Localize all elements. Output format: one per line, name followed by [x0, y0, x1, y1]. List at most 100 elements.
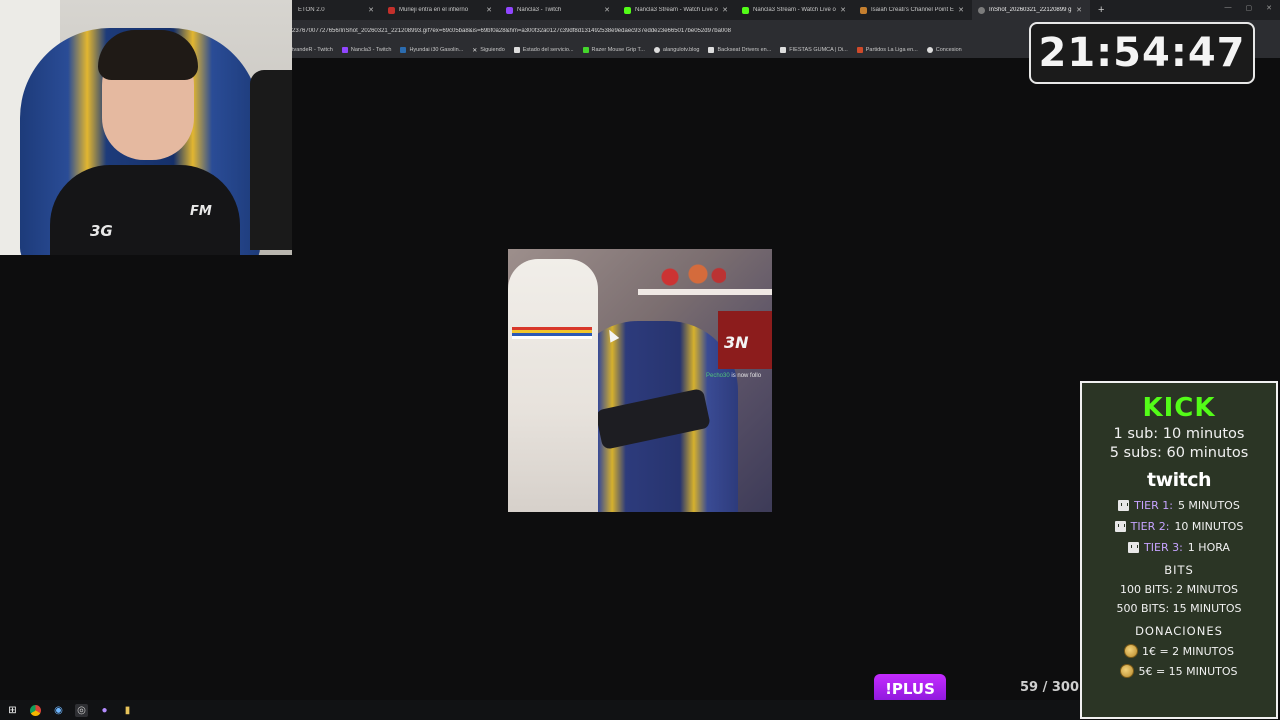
- close-icon[interactable]: ✕: [486, 6, 492, 14]
- globe-icon: [653, 47, 660, 53]
- razer-icon: [582, 47, 589, 53]
- donation-row: 1€ = 2 MINUTOS: [1082, 644, 1276, 658]
- close-icon[interactable]: ✕: [1076, 6, 1082, 14]
- bookmark-label: Estado del servicio...: [522, 47, 574, 53]
- chrome-icon[interactable]: [29, 704, 42, 717]
- browser-tab[interactable]: Isaiah Creati's Channel Point E ✕: [854, 0, 972, 20]
- bookmark-label: Nancla3 - Twitch: [350, 47, 392, 53]
- close-icon[interactable]: ✕: [722, 6, 728, 14]
- url-text[interactable]: 23767007727656/InShot_20260321_221208993…: [292, 28, 1012, 34]
- coin-icon: [1123, 644, 1138, 658]
- browser-tab[interactable]: Murieji entra en el infierno ✕: [382, 0, 500, 20]
- bookmark[interactable]: Hyundai i30 Gasolin...: [400, 47, 463, 53]
- subathon-panel: KICK 1 sub: 10 minutos 5 subs: 60 minuto…: [1080, 381, 1278, 719]
- gif-image: 3N Pecho30 is now follo: [508, 249, 772, 512]
- bookmark[interactable]: alangulotv.blog: [653, 47, 700, 53]
- tier-row: TIER 1: 5 MINUTOS: [1082, 499, 1276, 512]
- bookmark-icon: [400, 47, 407, 53]
- bookmark-icon: [780, 47, 787, 53]
- person-figure: [508, 259, 598, 512]
- bookmark-label: Backseat Drivers en...: [717, 47, 772, 53]
- bookmark[interactable]: Backseat Drivers en...: [708, 47, 771, 53]
- shelf-figures: [656, 259, 726, 289]
- windows-start-icon[interactable]: ⊞: [6, 704, 19, 717]
- bookmark[interactable]: tvandeR - Twitch: [292, 47, 333, 53]
- donations-heading: DONACIONES: [1135, 624, 1223, 638]
- donation-line: 5€ = 15 MINUTOS: [1138, 664, 1238, 678]
- maximize-icon[interactable]: ▢: [1246, 4, 1253, 12]
- taskbar: ⊞ ◉ ◎ ● ▮: [0, 700, 1080, 720]
- tier-value: 5 MINUTOS: [1177, 499, 1240, 512]
- tab-label: Nancla3 - Twitch: [517, 7, 562, 13]
- browser-tab[interactable]: Nancla3 Stream - Watch Live o ✕: [736, 0, 854, 20]
- twitch-icon: [1114, 521, 1126, 532]
- bookmark-icon: [513, 47, 520, 53]
- minimize-icon[interactable]: —: [1225, 4, 1232, 12]
- bookmark[interactable]: ✕ Siguiendo: [472, 47, 505, 54]
- globe-icon: [926, 47, 933, 53]
- kick-line: 5 subs: 60 minutos: [1109, 445, 1249, 461]
- tab-label: Nancla3 Stream - Watch Live o: [753, 7, 836, 13]
- browser-tab-bar: ETON 2.0 ✕ Murieji entra en el infierno …: [292, 0, 1280, 20]
- bookmark[interactable]: Razer Mouse Grip T...: [582, 47, 645, 53]
- obs-icon[interactable]: ◎: [75, 703, 88, 717]
- donation-line: 1€ = 2 MINUTOS: [1141, 644, 1235, 658]
- tab-label: Nancla3 Stream - Watch Live o: [635, 7, 718, 13]
- bookmark-icon: [856, 47, 863, 53]
- follower-name: Pecho30: [706, 373, 730, 379]
- bookmark-label: alangulotv.blog: [662, 47, 700, 53]
- coin-icon: [1120, 664, 1135, 678]
- bookmark[interactable]: FIESTAS GUMCA | Di...: [780, 47, 848, 53]
- steam-icon[interactable]: ◉: [52, 704, 65, 717]
- bits-heading: BITS: [1164, 563, 1194, 577]
- twitch-icon: [1128, 542, 1140, 553]
- kick-logo: KICK: [1142, 393, 1216, 423]
- bookmark-label: FIESTAS GUMCA | Di...: [789, 47, 848, 53]
- browser-tab[interactable]: Nancla3 Stream - Watch Live o ✕: [618, 0, 736, 20]
- tier-row: TIER 3: 1 HORA: [1082, 541, 1276, 554]
- bits-line: 500 BITS: 15 MINUTOS: [1116, 602, 1242, 615]
- donation-row: 5€ = 15 MINUTOS: [1082, 664, 1276, 678]
- jersey-logo: 3G: [90, 222, 113, 240]
- tier-label: TIER 2:: [1130, 520, 1170, 533]
- bookmark[interactable]: Estado del servicio...: [513, 47, 574, 53]
- new-tab-icon[interactable]: +: [1098, 4, 1104, 16]
- bookmark-label: tvandeR - Twitch: [292, 47, 333, 53]
- tab-favicon-icon: [860, 6, 867, 14]
- follow-text: is now follo: [731, 373, 762, 379]
- tier-row: TIER 2: 10 MINUTOS: [1082, 520, 1276, 533]
- close-icon[interactable]: ✕: [604, 6, 610, 14]
- close-icon[interactable]: ✕: [840, 6, 846, 14]
- wall-poster: 3N: [718, 311, 772, 369]
- streamer-hair: [98, 30, 198, 80]
- close-icon[interactable]: ✕: [958, 6, 964, 14]
- tab-label: Isaiah Creati's Channel Point E: [871, 7, 954, 13]
- browser-tab-active[interactable]: InShot_20260321_22120899 g ✕: [972, 0, 1090, 20]
- tier-label: TIER 1:: [1134, 499, 1173, 512]
- bookmark[interactable]: Partidos La Liga en...: [856, 47, 918, 53]
- app-icon[interactable]: ▮: [121, 704, 134, 717]
- bookmark[interactable]: Concesion: [926, 47, 962, 53]
- bits-line: 100 BITS: 2 MINUTOS: [1119, 583, 1239, 596]
- browser-tab[interactable]: Nancla3 - Twitch ✕: [500, 0, 618, 20]
- tab-favicon-icon: [388, 6, 395, 14]
- globe-icon: [978, 6, 985, 14]
- discord-icon[interactable]: ●: [98, 704, 111, 717]
- close-icon[interactable]: ✕: [368, 6, 374, 14]
- stream-clock: 21:54:47: [1029, 22, 1255, 84]
- browser-tab[interactable]: ETON 2.0 ✕: [292, 0, 382, 20]
- kick-icon: [624, 6, 631, 14]
- shirt-stripe: [512, 327, 592, 339]
- tab-label: InShot_20260321_22120899 g: [989, 7, 1072, 13]
- poster-logo: 3N: [724, 333, 749, 352]
- twitch-icon: [341, 47, 348, 53]
- sponsor-logo: FM: [190, 204, 212, 219]
- twitch-logo: twitch: [1146, 469, 1212, 491]
- stream-scene: ETON 2.0 ✕ Murieji entra en el infierno …: [0, 0, 1280, 720]
- bookmark-label: Razer Mouse Grip T...: [591, 47, 645, 53]
- goal-counter: 59 / 300: [1020, 680, 1080, 695]
- microphone-arm: [250, 70, 292, 250]
- bookmark-label: Concesion: [935, 47, 962, 53]
- close-window-icon[interactable]: ✕: [1266, 4, 1272, 12]
- bookmark[interactable]: Nancla3 - Twitch: [341, 47, 392, 53]
